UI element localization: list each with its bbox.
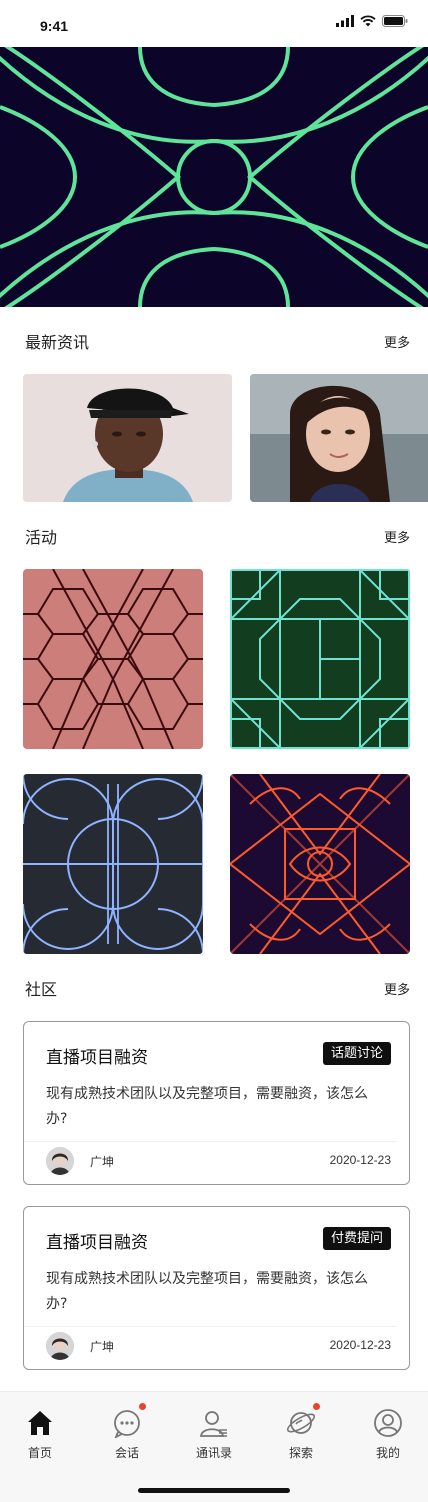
tab-contacts[interactable]: 通讯录 bbox=[179, 1392, 249, 1470]
tab-profile[interactable]: 我的 bbox=[353, 1392, 423, 1470]
post-card[interactable]: 直播项目融资 话题讨论 现有成熟技术团队以及完整项目，需要融资，该怎么办? 广坤… bbox=[23, 1021, 410, 1185]
post-divider bbox=[24, 1326, 397, 1327]
news-section-header: 最新资讯 更多 bbox=[25, 329, 410, 353]
wifi-icon bbox=[360, 15, 376, 27]
news-carousel[interactable] bbox=[23, 374, 428, 502]
news-card[interactable] bbox=[250, 374, 428, 502]
planet-icon bbox=[286, 1403, 320, 1438]
post-tag[interactable]: 付费提问 bbox=[322, 1227, 391, 1250]
activity-tile[interactable] bbox=[23, 774, 203, 954]
activity-tile[interactable] bbox=[23, 569, 203, 749]
portrait-woman-image bbox=[250, 374, 428, 502]
post-title: 直播项目融资 bbox=[46, 1233, 148, 1253]
news-more-link[interactable]: 更多 bbox=[384, 332, 410, 351]
activity-more-link[interactable]: 更多 bbox=[384, 527, 410, 546]
status-time: 9:41 bbox=[40, 18, 69, 34]
post-author[interactable]: 广坤 bbox=[90, 1338, 114, 1355]
portrait-man-image bbox=[23, 374, 232, 502]
news-card[interactable] bbox=[23, 374, 232, 502]
tab-label: 探索 bbox=[288, 1446, 313, 1460]
battery-icon bbox=[382, 15, 408, 27]
home-indicator-area bbox=[0, 1469, 428, 1502]
tab-chat[interactable]: 会话 bbox=[92, 1392, 162, 1470]
post-card[interactable]: 直播项目融资 付费提问 现有成熟技术团队以及完整项目，需要融资，该怎么办? 广坤… bbox=[23, 1206, 410, 1370]
community-more-link[interactable]: 更多 bbox=[384, 979, 410, 998]
community-section-title: 社区 bbox=[25, 980, 58, 999]
profile-icon bbox=[373, 1408, 403, 1438]
activity-tile[interactable] bbox=[230, 569, 410, 749]
chat-badge bbox=[139, 1403, 146, 1410]
tab-explore[interactable]: 探索 bbox=[266, 1392, 336, 1470]
tab-bar: 首页 会话 通讯录 探索 我的 bbox=[0, 1391, 428, 1469]
activity-section-title: 活动 bbox=[25, 528, 58, 547]
avatar[interactable] bbox=[46, 1332, 74, 1360]
home-icon bbox=[25, 1408, 55, 1438]
activity-tile[interactable] bbox=[230, 774, 410, 954]
community-section-header: 社区 更多 bbox=[25, 976, 410, 1000]
post-date: 2020-12-23 bbox=[329, 1338, 391, 1352]
status-bar: 9:41 bbox=[0, 0, 428, 47]
post-title: 直播项目融资 bbox=[46, 1048, 148, 1068]
tab-label: 通讯录 bbox=[195, 1446, 232, 1460]
author-avatar-image bbox=[46, 1332, 74, 1360]
tab-label: 会话 bbox=[114, 1446, 139, 1460]
arches-pattern-image bbox=[23, 774, 203, 954]
contacts-icon bbox=[199, 1408, 229, 1438]
author-avatar-image bbox=[46, 1147, 74, 1175]
hero-pattern bbox=[0, 47, 428, 307]
tab-home[interactable]: 首页 bbox=[5, 1392, 75, 1470]
post-body: 现有成熟技术团队以及完整项目，需要融资，该怎么办? bbox=[46, 1271, 368, 1312]
status-icons bbox=[336, 15, 408, 27]
post-divider bbox=[24, 1141, 397, 1142]
post-date: 2020-12-23 bbox=[329, 1153, 391, 1167]
tab-label: 我的 bbox=[375, 1446, 400, 1460]
activity-section-header: 活动 更多 bbox=[25, 524, 410, 548]
diamond-eye-pattern-image bbox=[230, 774, 410, 954]
explore-badge bbox=[313, 1403, 320, 1410]
square-frames-pattern-image bbox=[230, 569, 410, 749]
post-body: 现有成熟技术团队以及完整项目，需要融资，该怎么办? bbox=[46, 1086, 368, 1127]
avatar[interactable] bbox=[46, 1147, 74, 1175]
news-section-title: 最新资讯 bbox=[25, 333, 90, 352]
hero-banner[interactable] bbox=[0, 47, 428, 307]
tab-label: 首页 bbox=[27, 1446, 52, 1460]
signal-icon bbox=[336, 15, 354, 27]
post-author[interactable]: 广坤 bbox=[90, 1153, 114, 1170]
chat-icon bbox=[112, 1403, 146, 1439]
home-indicator[interactable] bbox=[138, 1488, 290, 1493]
hexagon-pattern-image bbox=[23, 569, 203, 749]
post-tag[interactable]: 话题讨论 bbox=[322, 1042, 391, 1065]
